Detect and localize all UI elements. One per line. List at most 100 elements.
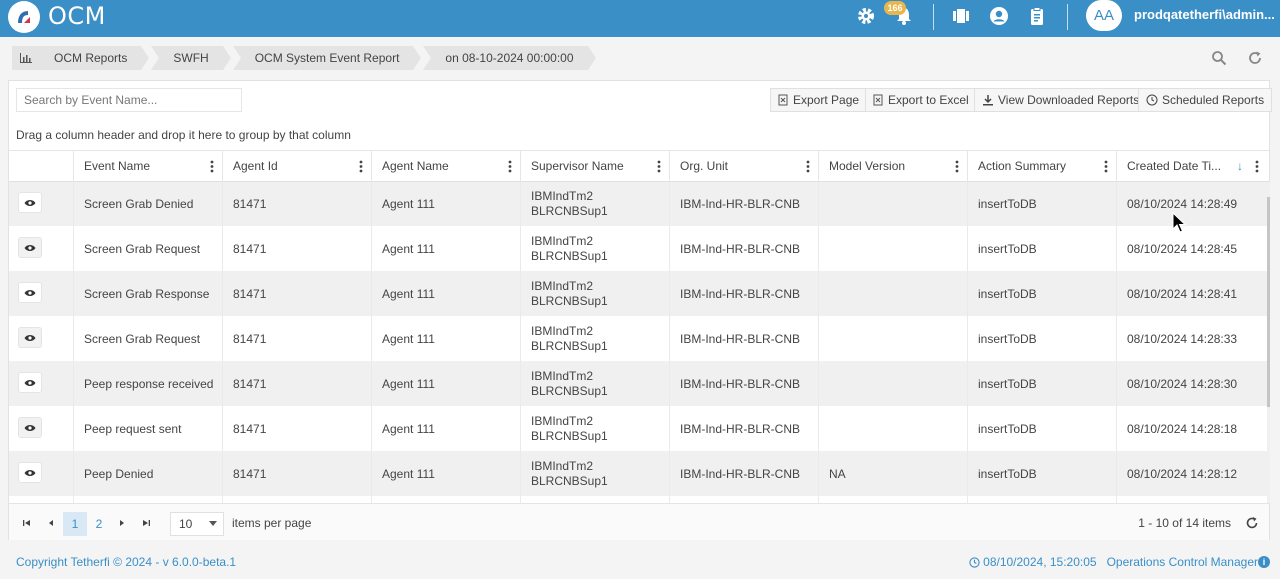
column-menu-icon[interactable] <box>210 160 214 173</box>
column-menu-icon[interactable] <box>806 160 810 173</box>
cell-supervisor-name: IBMIndTm2 BLRCNBSup1 <box>520 316 669 361</box>
column-header-supervisor-name[interactable]: Supervisor Name <box>520 151 669 182</box>
top-bar: OCM 166 AA prodqatetherfi\admin... <box>0 0 1280 37</box>
view-details-button[interactable] <box>18 462 42 483</box>
cell-event-name: Peep Denied <box>73 451 222 496</box>
first-page-icon[interactable] <box>21 517 33 529</box>
cell-created-date: 08/10/2024 14:28:18 <box>1116 406 1267 451</box>
pager-refresh-icon[interactable] <box>1245 516 1259 530</box>
table-row[interactable]: Screen Grab Request 81471 Agent 111 IBMIndT… <box>9 316 1267 361</box>
cell-agent-id: 81471 <box>222 316 371 361</box>
column-title: Model Version <box>829 159 906 173</box>
breadcrumb-item-report[interactable]: OCM System Event Report <box>232 46 422 70</box>
export-excel-button[interactable]: Export to Excel <box>865 88 977 112</box>
cell-agent-name: Agent 111 <box>371 451 520 496</box>
info-icon[interactable]: i <box>1258 556 1270 568</box>
copyright: Copyright Tetherfi © 2024 - v 6.0.0-beta… <box>16 555 237 569</box>
column-menu-icon[interactable] <box>955 160 959 173</box>
cell-created-date: 08/10/2024 14:28:12 <box>1116 451 1267 496</box>
breadcrumb-item-swfh[interactable]: SWFH <box>151 46 232 70</box>
cell-event-name: Peep response received <box>73 361 222 406</box>
card-stack-icon[interactable] <box>950 5 972 27</box>
cell-model-version <box>818 316 967 361</box>
column-menu-icon[interactable] <box>1104 160 1108 173</box>
view-details-button[interactable] <box>18 282 42 303</box>
clipboard-icon[interactable] <box>1026 5 1048 27</box>
gear-icon[interactable] <box>855 5 877 27</box>
view-details-button[interactable] <box>18 417 42 438</box>
column-header-agent-name[interactable]: Agent Name <box>371 151 520 182</box>
next-page-icon[interactable] <box>116 517 128 529</box>
cell-action-summary: insertToDB <box>967 316 1116 361</box>
prev-page-icon[interactable] <box>45 517 57 529</box>
sort-descending-icon[interactable]: ↓ <box>1237 151 1243 182</box>
export-excel-label: Export to Excel <box>888 93 969 107</box>
eye-icon <box>24 469 36 476</box>
cell-actions <box>9 316 73 361</box>
column-title: Created Date Ti... <box>1127 159 1222 173</box>
cell-agent-id: 81471 <box>222 451 371 496</box>
column-header-created-date[interactable]: Created Date Ti... ↓ <box>1116 151 1267 182</box>
column-menu-icon[interactable] <box>508 160 512 173</box>
logo-mark-icon <box>18 11 30 23</box>
username[interactable]: prodqatetherfi\admin... <box>1134 7 1276 22</box>
scheduled-reports-button[interactable]: Scheduled Reports <box>1138 88 1273 112</box>
cell-agent-name: Agent 111 <box>371 406 520 451</box>
column-header-model-version[interactable]: Model Version <box>818 151 967 182</box>
view-downloaded-button[interactable]: View Downloaded Reports <box>974 88 1148 112</box>
export-page-button[interactable]: Export Page <box>770 88 868 112</box>
column-header-action-summary[interactable]: Action Summary <box>967 151 1116 182</box>
table-row[interactable]: Peep response received 81471 Agent 111 IBMI… <box>9 361 1267 406</box>
table-row[interactable]: Peep Denied 81471 Agent 111 IBMIndTm2 BLRCNB… <box>9 451 1267 496</box>
table-row[interactable]: Screen Grab Request 81471 Agent 111 IBMIndT… <box>9 226 1267 271</box>
table-row[interactable]: Peep request sent 81471 Agent 111 IBMIndTm2… <box>9 406 1267 451</box>
cell-agent-name: Agent 111 <box>371 182 520 226</box>
table-row[interactable]: Screen Grab Response 81471 Agent 111 IBMInd… <box>9 271 1267 316</box>
breadcrumb-item-reports[interactable]: OCM Reports <box>12 46 150 70</box>
search-input[interactable] <box>16 88 242 112</box>
view-details-button[interactable] <box>18 372 42 393</box>
supervisor-line: BLRCNBSup1 <box>531 248 608 263</box>
supervisor-line: BLRCNBSup1 <box>531 383 608 398</box>
last-page-icon[interactable] <box>140 517 152 529</box>
avatar[interactable]: AA <box>1086 0 1122 31</box>
refresh-icon[interactable] <box>1247 50 1263 66</box>
supervisor-line: BLRCNBSup1 <box>531 338 608 353</box>
column-header-event-name[interactable]: Event Name <box>73 151 222 182</box>
cell-org-unit: IBM-Ind-HR-BLR-CNB <box>669 361 818 406</box>
scrollbar-thumb[interactable] <box>1267 197 1270 407</box>
page-size-select[interactable]: 10 <box>170 512 224 536</box>
column-header-agent-id[interactable]: Agent Id <box>222 151 371 182</box>
cell-org-unit: IBM-Ind-HR-BLR-CNB <box>669 406 818 451</box>
page-button-1[interactable]: 1 <box>63 512 87 536</box>
cell-actions <box>9 361 73 406</box>
column-title: Event Name <box>84 159 151 173</box>
grid-body: Screen Grab Denied 81471 Agent 111 IBMIndTm… <box>9 182 1269 503</box>
breadcrumb-item-date[interactable]: on 08-10-2024 00:00:00 <box>423 46 596 70</box>
search-icon[interactable] <box>1211 50 1227 66</box>
supervisor-line: BLRCNBSup1 <box>531 293 608 308</box>
user-circle-icon[interactable] <box>988 5 1010 27</box>
cell-org-unit: IBM-Ind-HR-BLR-CNB <box>669 271 818 316</box>
table-row[interactable]: Screen Grab Denied 81471 Agent 111 IBMIndTm… <box>9 182 1267 226</box>
cell-model-version <box>818 496 967 503</box>
cell-supervisor-name: IBMIndTm2 BLRCNBSup1 <box>520 406 669 451</box>
chevron-down-icon <box>209 521 217 526</box>
column-menu-icon[interactable] <box>359 160 363 173</box>
table-row[interactable] <box>9 496 1267 503</box>
view-details-button[interactable] <box>18 327 42 348</box>
view-details-button[interactable] <box>18 237 42 258</box>
column-header-org-unit[interactable]: Org. Unit <box>669 151 818 182</box>
cell-action-summary: insertToDB <box>967 451 1116 496</box>
supervisor-line: IBMIndTm2 <box>531 278 594 293</box>
eye-icon <box>24 289 36 296</box>
page-button-2[interactable]: 2 <box>87 512 111 536</box>
vertical-scrollbar[interactable] <box>1267 182 1270 503</box>
column-menu-icon[interactable] <box>657 160 661 173</box>
breadcrumb-label: OCM Reports <box>54 51 128 65</box>
cell-supervisor-name: IBMIndTm2 BLRCNBSup1 <box>520 361 669 406</box>
cell-actions <box>9 406 73 451</box>
column-menu-icon[interactable] <box>1255 160 1259 173</box>
grid-header: Event Name Agent Id Agent Name Superviso… <box>9 150 1269 182</box>
view-details-button[interactable] <box>18 192 42 213</box>
